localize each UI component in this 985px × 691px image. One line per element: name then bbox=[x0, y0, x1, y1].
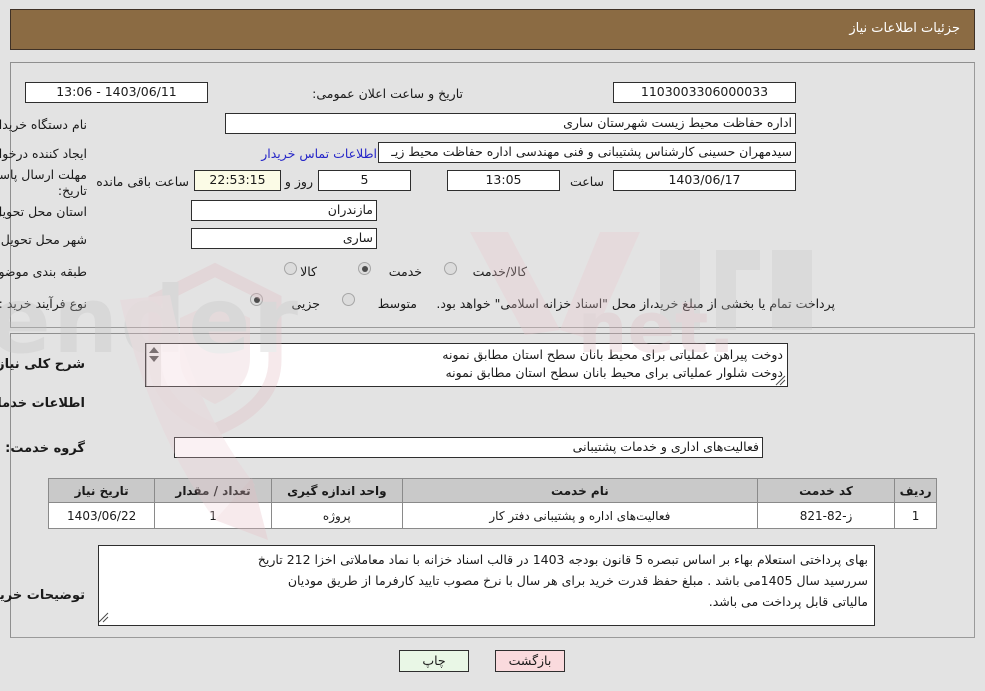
buyer-contact-link[interactable]: اطلاعات تماس خریدار bbox=[261, 146, 377, 161]
description-line-0: دوخت پیراهن عملیاتی برای محیط بانان سطح … bbox=[442, 347, 783, 362]
cell-code: ز-82-821 bbox=[756, 502, 896, 529]
cell-radif: 1 bbox=[894, 502, 937, 529]
col-quantity: تعداد / مقدار bbox=[154, 478, 272, 503]
col-unit: واحد اندازه گیری bbox=[270, 478, 403, 503]
description-label: شرح کلی نیاز: bbox=[0, 357, 85, 372]
buyer-notes-label: توضیحات خریدار: bbox=[0, 588, 85, 603]
buyer-notes-line-0: بهای پرداختی استعلام بهاء بر اساس تبصره … bbox=[257, 552, 868, 567]
public-announce-value: 1403/06/11 - 13:06 bbox=[25, 82, 208, 103]
radio-purchase-motevaset[interactable] bbox=[342, 293, 355, 306]
remaining-days-value: 5 bbox=[318, 170, 411, 191]
buyer-notes-box[interactable]: بهای پرداختی استعلام بهاء بر اساس تبصره … bbox=[98, 545, 875, 626]
page-root: AriaTender .net جزئیات اطلاعات نیاز شمار… bbox=[0, 0, 985, 691]
purchase-type-label: نوع فرآیند خرید : bbox=[0, 296, 87, 311]
service-group-value: فعالیت‌های اداری و خدمات پشتیبانی bbox=[174, 437, 763, 458]
remaining-time-label: ساعت باقی مانده bbox=[96, 174, 189, 189]
radio-label-category-1: خدمت bbox=[388, 264, 422, 279]
table-row: 1 ز-82-821 فعالیت‌های اداره و پشتیبانی د… bbox=[47, 502, 937, 529]
cell-quantity: 1 bbox=[154, 502, 272, 529]
buyer-notes-line-1: سررسید سال 1405می باشد . مبلغ حفظ قدرت خ… bbox=[287, 573, 868, 588]
radio-label-category-2: کالا/خدمت bbox=[472, 264, 527, 279]
col-date: تاریخ نیاز bbox=[47, 478, 156, 503]
deadline-label-line2: تاریخ: bbox=[57, 183, 87, 198]
radio-label-category-0: کالا bbox=[300, 264, 317, 279]
services-table: ردیف کد خدمت نام خدمت واحد اندازه گیری ت… bbox=[47, 478, 937, 529]
radio-label-purchase-1: متوسط bbox=[377, 296, 417, 311]
deadline-label-line1: مهلت ارسال پاسخ: تا bbox=[0, 167, 87, 182]
need-number-value: 1103003306000033 bbox=[613, 82, 796, 103]
services-section-title: اطلاعات خدمات مورد نیاز bbox=[0, 396, 85, 411]
buyer-org-label: نام دستگاه خریدار: bbox=[0, 117, 87, 132]
province-label: استان محل تحویل: bbox=[0, 204, 87, 219]
province-value: مازندران bbox=[191, 200, 377, 221]
requester-value: سیدمهران حسینی کارشناس پشتیبانی و فنی مه… bbox=[378, 142, 796, 163]
print-button[interactable]: چاپ bbox=[399, 650, 469, 672]
requester-label: ایجاد کننده درخواست: bbox=[0, 146, 87, 161]
remaining-countdown-timer: 22:53:15 bbox=[194, 170, 281, 191]
back-button[interactable]: بازگشت bbox=[495, 650, 565, 672]
public-announce-label: تاریخ و ساعت اعلان عمومی: bbox=[312, 86, 463, 101]
radio-purchase-jozei[interactable] bbox=[250, 293, 263, 306]
radio-category-kala[interactable] bbox=[284, 262, 297, 275]
radio-category-kala-khedmat[interactable] bbox=[444, 262, 457, 275]
description-scrollbar[interactable] bbox=[146, 344, 161, 386]
page-title: جزئیات اطلاعات نیاز bbox=[849, 21, 960, 36]
radio-label-purchase-0: جزیی bbox=[291, 296, 320, 311]
city-value: ساری bbox=[191, 228, 377, 249]
buyer-notes-line-2: مالیاتی قابل پرداخت می باشد. bbox=[708, 594, 868, 609]
description-textarea[interactable]: دوخت پیراهن عملیاتی برای محیط بانان سطح … bbox=[145, 343, 788, 387]
deadline-date-value: 1403/06/17 bbox=[613, 170, 796, 191]
buyer-org-value: اداره حفاظت محیط زیست شهرستان ساری bbox=[225, 113, 796, 134]
description-line-1: دوخت شلوار عملیاتی برای محیط بانان سطح ا… bbox=[445, 365, 783, 380]
remaining-days-label: روز و bbox=[284, 174, 313, 189]
deadline-hour-value: 13:05 bbox=[447, 170, 560, 191]
col-name: نام خدمت bbox=[401, 478, 758, 503]
treasury-note: پرداخت تمام یا بخشی از مبلغ خرید،از محل … bbox=[436, 296, 835, 311]
notes-resize-grip[interactable] bbox=[98, 612, 109, 623]
textarea-resize-grip[interactable] bbox=[775, 375, 786, 386]
radio-category-khedmat[interactable] bbox=[358, 262, 371, 275]
table-header-row: ردیف کد خدمت نام خدمت واحد اندازه گیری ت… bbox=[47, 478, 937, 503]
col-radif: ردیف bbox=[894, 478, 937, 503]
scroll-up-icon[interactable] bbox=[149, 347, 159, 353]
scroll-down-icon[interactable] bbox=[149, 356, 159, 362]
cell-unit: پروژه bbox=[270, 502, 403, 529]
cell-name: فعالیت‌های اداره و پشتیبانی دفتر کار bbox=[401, 502, 758, 529]
col-code: کد خدمت bbox=[756, 478, 896, 503]
cell-date: 1403/06/22 bbox=[47, 502, 156, 529]
category-label: طبقه بندی موضوعی: bbox=[0, 264, 87, 279]
city-label: شهر محل تحویل: bbox=[0, 232, 87, 247]
deadline-hour-label: ساعت bbox=[569, 174, 604, 189]
service-group-label: گروه خدمت: bbox=[5, 441, 85, 456]
page-header: جزئیات اطلاعات نیاز bbox=[10, 9, 975, 50]
